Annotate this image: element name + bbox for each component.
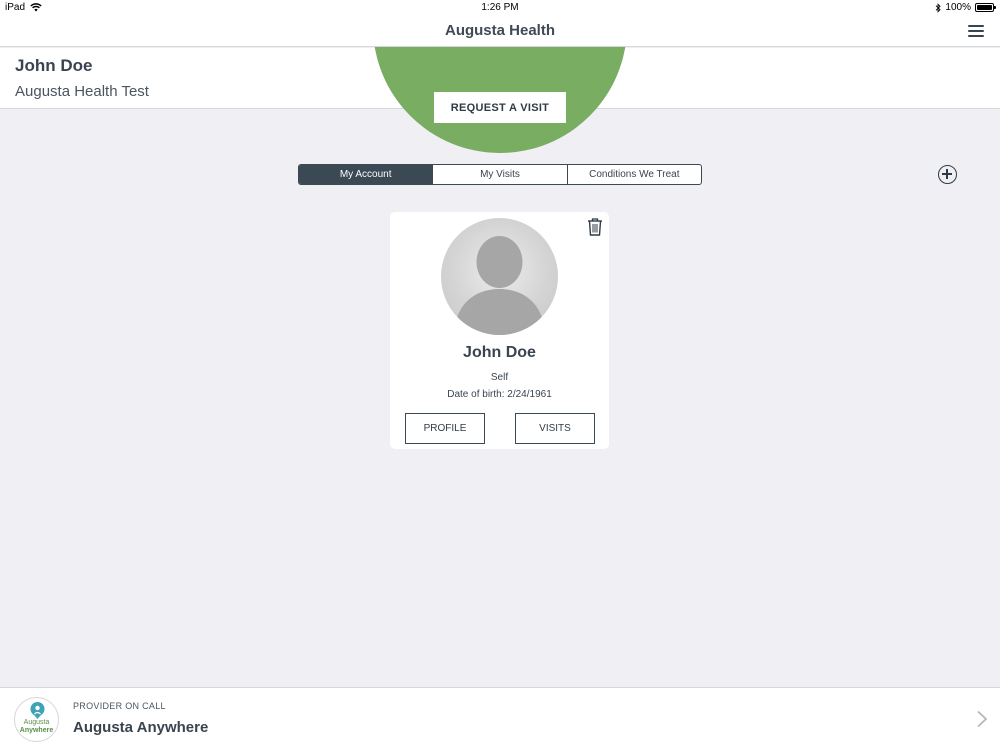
provider-label: PROVIDER ON CALL (73, 701, 166, 711)
trash-icon[interactable] (586, 217, 604, 237)
logo-text-top: Augusta (23, 719, 50, 726)
tab-my-visits[interactable]: My Visits (433, 165, 568, 184)
visits-button[interactable]: VISITS (515, 413, 595, 444)
augusta-anywhere-logo: Augusta Anywhere (14, 697, 59, 742)
battery-icon (975, 3, 996, 12)
account-tabs: My Account My Visits Conditions We Treat (298, 164, 702, 185)
organization-name: Augusta Health Test (15, 83, 149, 100)
request-visit-button[interactable]: REQUEST A VISIT (434, 92, 566, 123)
nav-bar: Augusta Health (0, 16, 1000, 47)
profile-button[interactable]: PROFILE (405, 413, 485, 444)
hamburger-menu-icon[interactable] (968, 25, 984, 38)
provider-title: Augusta Anywhere (73, 719, 209, 736)
bluetooth-icon (936, 2, 942, 13)
status-time: 1:26 PM (481, 2, 519, 13)
patient-dob: Date of birth: 2/24/1961 (447, 389, 552, 400)
chevron-right-icon[interactable] (976, 710, 988, 728)
tab-my-account[interactable]: My Account (299, 165, 434, 184)
patient-name: John Doe (463, 344, 536, 361)
add-circle-icon[interactable] (938, 165, 957, 184)
provider-on-call-bar[interactable]: Augusta Anywhere PROVIDER ON CALL August… (0, 687, 1000, 750)
user-name: John Doe (15, 56, 93, 75)
status-bar: iPad 1:26 PM 100% (0, 0, 1000, 16)
patient-card: John Doe Self Date of birth: 2/24/1961 P… (390, 212, 609, 449)
tab-conditions-we-treat[interactable]: Conditions We Treat (568, 165, 701, 184)
patient-relationship: Self (490, 372, 509, 383)
logo-text-bottom: Anywhere (19, 727, 54, 734)
nav-title: Augusta Health (444, 22, 555, 39)
battery-percent: 100% (945, 2, 971, 13)
avatar-placeholder-icon (441, 218, 558, 335)
